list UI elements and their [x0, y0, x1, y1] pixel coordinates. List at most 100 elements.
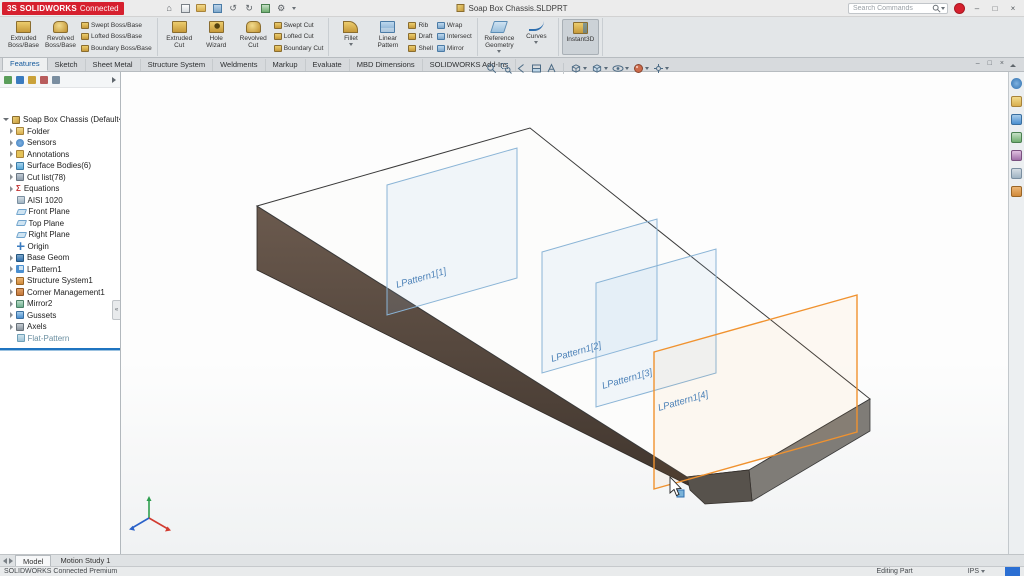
lofted-cut-button[interactable]: Lofted Cut	[273, 31, 324, 42]
tree-item-cut-list[interactable]: Cut list(78)	[0, 172, 120, 184]
rollback-bar[interactable]	[0, 348, 120, 350]
rib-button[interactable]: Rib	[408, 20, 432, 31]
previous-view-icon[interactable]	[516, 63, 527, 74]
zoom-fit-icon[interactable]	[486, 63, 497, 74]
options-icon[interactable]: ⚙	[276, 3, 287, 14]
tab-scroll-right-icon[interactable]	[9, 557, 13, 564]
extruded-cut-button[interactable]: Extruded Cut	[161, 19, 198, 55]
tree-item-gussets[interactable]: Gussets	[0, 310, 120, 322]
swept-cut-button[interactable]: Swept Cut	[273, 20, 324, 31]
intersect-button[interactable]: Intersect	[436, 31, 472, 42]
tab-evaluate[interactable]: Evaluate	[306, 58, 350, 71]
expand-arrow-icon[interactable]	[10, 266, 13, 273]
displaymanager-icon[interactable]	[52, 75, 60, 84]
appearances-scenes-icon[interactable]	[1011, 150, 1022, 161]
panel-collapse-handle[interactable]: «	[112, 300, 120, 320]
draft-button[interactable]: Draft	[408, 31, 433, 42]
tree-item-structure-system1[interactable]: Structure System1	[0, 275, 120, 287]
display-style-icon[interactable]	[591, 63, 608, 74]
dimxpertmanager-icon[interactable]	[40, 75, 48, 84]
lofted-boss-base-button[interactable]: Lofted Boss/Base	[81, 31, 152, 42]
threedexperience-icon[interactable]	[1011, 78, 1022, 89]
tree-root-part[interactable]: Soap Box Chassis (Default<As Machin	[0, 114, 120, 126]
revolved-cut-button[interactable]: Revolved Cut	[235, 19, 272, 55]
options-caret-icon[interactable]	[291, 6, 296, 10]
tree-item-right-plane[interactable]: Right Plane	[0, 229, 120, 241]
mirror-button[interactable]: Mirror	[436, 43, 472, 54]
view-settings-icon[interactable]	[653, 63, 669, 74]
user-avatar[interactable]	[954, 2, 965, 14]
doc-close-button[interactable]: ×	[1000, 60, 1004, 67]
model-canvas[interactable]: LPattern1[1] LPattern1[2] LPattern1[3] L…	[121, 72, 1008, 554]
view-orientation-icon[interactable]	[570, 63, 587, 74]
doc-restore-button[interactable]: □	[988, 60, 992, 67]
open-file-icon[interactable]	[196, 3, 207, 14]
zoom-area-icon[interactable]	[501, 63, 512, 74]
reference-geometry-caret-icon[interactable]	[497, 50, 502, 53]
doc-minimize-button[interactable]: –	[976, 60, 980, 67]
expand-arrow-icon[interactable]	[10, 174, 13, 181]
curves-button[interactable]: Curves	[518, 19, 555, 55]
search-icon[interactable]	[932, 4, 941, 13]
custom-properties-icon[interactable]	[1011, 168, 1022, 179]
tree-item-sensors[interactable]: Sensors	[0, 137, 120, 149]
tree-item-lpattern1[interactable]: LPattern1	[0, 264, 120, 276]
tree-item-top-plane[interactable]: Top Plane	[0, 218, 120, 230]
expand-arrow-icon[interactable]	[10, 162, 13, 169]
redo-icon[interactable]: ↻	[244, 3, 255, 14]
tree-item-front-plane[interactable]: Front Plane	[0, 206, 120, 218]
expand-arrow-icon[interactable]	[10, 151, 13, 158]
tree-item-base-geom[interactable]: Base Geom	[0, 252, 120, 264]
model-tab[interactable]: Model	[15, 555, 52, 566]
undo-icon[interactable]: ↺	[228, 3, 239, 14]
fillet-button[interactable]: Fillet	[332, 19, 369, 55]
revolved-boss-base-button[interactable]: Revolved Boss/Base	[42, 19, 79, 55]
expand-arrow-icon[interactable]	[10, 312, 13, 319]
tree-item-folder[interactable]: Folder	[0, 126, 120, 138]
expand-arrow-icon[interactable]	[10, 139, 13, 146]
swept-boss-base-button[interactable]: Swept Boss/Base	[81, 20, 152, 31]
tab-weldments[interactable]: Weldments	[213, 58, 266, 71]
tab-markup[interactable]: Markup	[266, 58, 306, 71]
collapse-ribbon-icon[interactable]	[1010, 64, 1016, 67]
graphics-viewport[interactable]: LPattern1[1] LPattern1[2] LPattern1[3] L…	[121, 72, 1008, 554]
featuremanager-tree-icon[interactable]	[4, 75, 12, 84]
units-caret-icon[interactable]	[981, 570, 985, 573]
section-view-icon[interactable]	[531, 63, 542, 74]
configurationmanager-icon[interactable]	[28, 75, 36, 84]
tree-item-material[interactable]: AISI 1020	[0, 195, 120, 207]
new-file-icon[interactable]	[180, 3, 191, 14]
save-icon[interactable]	[212, 3, 223, 14]
file-explorer-icon[interactable]	[1011, 114, 1022, 125]
tree-item-axels[interactable]: Axels	[0, 321, 120, 333]
tree-item-corner-management1[interactable]: Corner Management1	[0, 287, 120, 299]
edit-appearance-caret-icon[interactable]	[645, 67, 649, 70]
rebuild-icon[interactable]	[260, 3, 271, 14]
fillet-caret-icon[interactable]	[348, 43, 353, 46]
extruded-boss-base-button[interactable]: Extruded Boss/Base	[5, 19, 42, 55]
tree-item-surface-bodies[interactable]: Surface Bodies(6)	[0, 160, 120, 172]
expand-arrow-icon[interactable]	[10, 254, 13, 261]
annotation-views-icon[interactable]	[546, 63, 557, 74]
tab-features[interactable]: Features	[2, 56, 48, 71]
units-selector[interactable]: IPS	[968, 568, 985, 575]
tab-scroll-left-icon[interactable]	[3, 557, 7, 564]
wrap-button[interactable]: Wrap	[436, 20, 472, 31]
maximize-button[interactable]: □	[989, 4, 1001, 13]
boundary-cut-button[interactable]: Boundary Cut	[273, 43, 323, 54]
edit-appearance-icon[interactable]	[633, 63, 649, 74]
tree-item-annotations[interactable]: Annotations	[0, 149, 120, 161]
search-scope-caret-icon[interactable]	[941, 6, 945, 10]
hide-show-caret-icon[interactable]	[625, 67, 629, 70]
display-style-caret-icon[interactable]	[604, 67, 608, 70]
expand-arrow-icon[interactable]	[10, 128, 13, 135]
view-palette-icon[interactable]	[1011, 132, 1022, 143]
tree-item-origin[interactable]: Origin	[0, 241, 120, 253]
panel-expand-icon[interactable]	[112, 76, 116, 83]
boundary-boss-base-button[interactable]: Boundary Boss/Base	[81, 43, 152, 54]
expand-arrow-icon[interactable]	[10, 300, 13, 307]
expand-arrow-icon[interactable]	[10, 323, 13, 330]
expand-arrow-icon[interactable]	[10, 289, 13, 296]
instant3d-button[interactable]: Instant3D	[561, 19, 599, 55]
tab-sheet-metal[interactable]: Sheet Metal	[86, 58, 141, 71]
